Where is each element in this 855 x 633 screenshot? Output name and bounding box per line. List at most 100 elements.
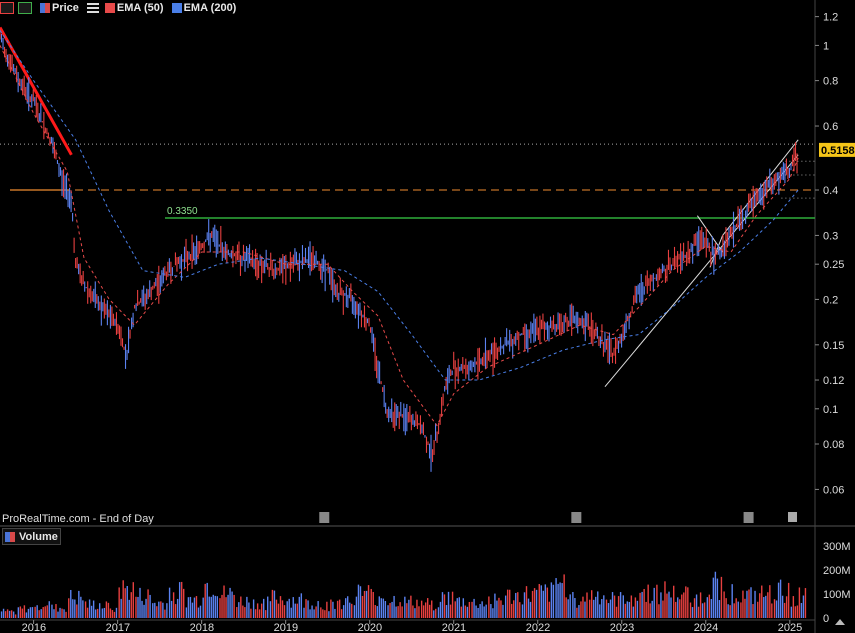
volume-bar <box>630 595 633 618</box>
volume-bar <box>191 602 194 618</box>
volume-bar <box>460 606 463 618</box>
volume-bar <box>508 589 511 618</box>
volume-bar <box>529 601 532 618</box>
volume-bar <box>703 602 706 618</box>
volume-bar <box>86 607 89 618</box>
volume-bar <box>391 601 393 618</box>
volume-bar <box>441 592 444 618</box>
volume-bar <box>76 604 78 618</box>
volume-bar <box>601 599 603 618</box>
volume-bar <box>292 597 294 618</box>
volume-bar <box>132 582 134 618</box>
volume-bar <box>785 596 788 618</box>
y-tick-label: 0.1 <box>823 404 838 416</box>
volume-bar <box>367 585 370 618</box>
volume-bar <box>229 587 231 618</box>
volume-bar <box>523 592 526 618</box>
volume-bar <box>673 585 675 618</box>
volume-bar <box>309 609 311 618</box>
volume-bar <box>458 597 460 618</box>
volume-bar <box>271 589 274 618</box>
volume-bar <box>574 598 576 618</box>
volume-bar <box>63 609 65 618</box>
volume-bar <box>593 599 595 618</box>
volume-bar <box>643 588 645 618</box>
volume-bar <box>404 596 406 618</box>
legend-ema200[interactable]: EMA (200) <box>168 2 236 14</box>
volume-bar <box>166 603 168 618</box>
volume-bar <box>158 601 160 618</box>
volume-bar <box>559 582 561 618</box>
volume-bar <box>777 582 780 618</box>
volume-bar <box>544 584 547 618</box>
chart-menu-icon[interactable] <box>0 2 14 14</box>
volume-bar <box>586 592 588 618</box>
volume-bar <box>90 605 93 618</box>
volume-bar <box>693 598 696 618</box>
volume-bar <box>156 606 158 618</box>
volume-bar <box>44 606 46 618</box>
volume-bar <box>572 592 574 618</box>
calendar-event-icon <box>743 512 754 523</box>
volume-bar <box>662 600 664 618</box>
volume-bar <box>322 609 324 618</box>
volume-bar <box>187 597 190 618</box>
volume-bar <box>729 605 731 618</box>
volume-bar <box>492 608 494 618</box>
y-tick-label: 0.08 <box>823 439 844 451</box>
volume-bar <box>552 584 555 618</box>
volume-bar <box>27 608 30 618</box>
volume-bar <box>275 599 278 618</box>
volume-bar <box>677 597 679 618</box>
volume-bar <box>435 608 437 618</box>
volume-bar <box>178 582 181 618</box>
volume-bar <box>752 604 754 618</box>
volume-bar <box>326 601 328 618</box>
volume-bar <box>502 604 504 618</box>
volume-bar <box>164 609 166 618</box>
volume-bar <box>223 585 225 618</box>
add-indicator-icon[interactable] <box>18 2 32 14</box>
volume-bar <box>363 590 366 618</box>
volume-legend[interactable]: Volume <box>2 528 61 545</box>
volume-tick-label: 300M <box>823 541 851 553</box>
volume-bar <box>418 606 420 618</box>
volume-bar <box>34 606 36 618</box>
volume-bar <box>429 604 431 618</box>
volume-bar <box>569 594 571 618</box>
volume-bar <box>733 603 735 618</box>
volume-bar <box>328 611 330 618</box>
volume-bar <box>340 609 343 618</box>
volume-bar <box>468 601 471 618</box>
volume-bar <box>296 603 298 618</box>
volume-bar <box>647 584 649 618</box>
volume-bar <box>349 602 351 618</box>
volume-bar <box>550 582 553 618</box>
volume-bar <box>651 600 653 618</box>
support-line-label: 0.3350 <box>167 206 198 217</box>
volume-bar <box>204 583 206 618</box>
legend-ema50[interactable]: EMA (50) <box>83 2 164 14</box>
price-chart[interactable]: 0.3350 1.2 1 0.8 0.6 0.4 0.3 0.25 0.2 0.15 0.12 0.1… <box>0 0 855 633</box>
ema50-swatch-icon <box>104 3 115 13</box>
legend-ema50-label: EMA (50) <box>116 2 164 14</box>
volume-bar <box>334 608 336 618</box>
volume-bar <box>65 611 67 618</box>
volume-bar <box>408 599 410 618</box>
volume-bar <box>290 607 292 618</box>
volume-tick-label: 0 <box>823 613 829 625</box>
volume-bar <box>737 601 739 618</box>
legend-price[interactable]: Price <box>36 2 79 14</box>
volume-bar <box>96 608 99 618</box>
volume-bar <box>636 600 639 618</box>
volume-bar <box>567 599 569 618</box>
volume-bar <box>68 598 70 618</box>
volume-bar <box>374 605 376 618</box>
volume-bar <box>691 607 694 618</box>
y-tick-label: 0.25 <box>823 259 844 271</box>
y-tick-label: 1 <box>823 40 829 52</box>
volume-label: Volume <box>19 530 58 543</box>
volume-bar <box>412 605 414 618</box>
volume-bar <box>342 605 345 618</box>
volume-bar <box>798 587 801 618</box>
